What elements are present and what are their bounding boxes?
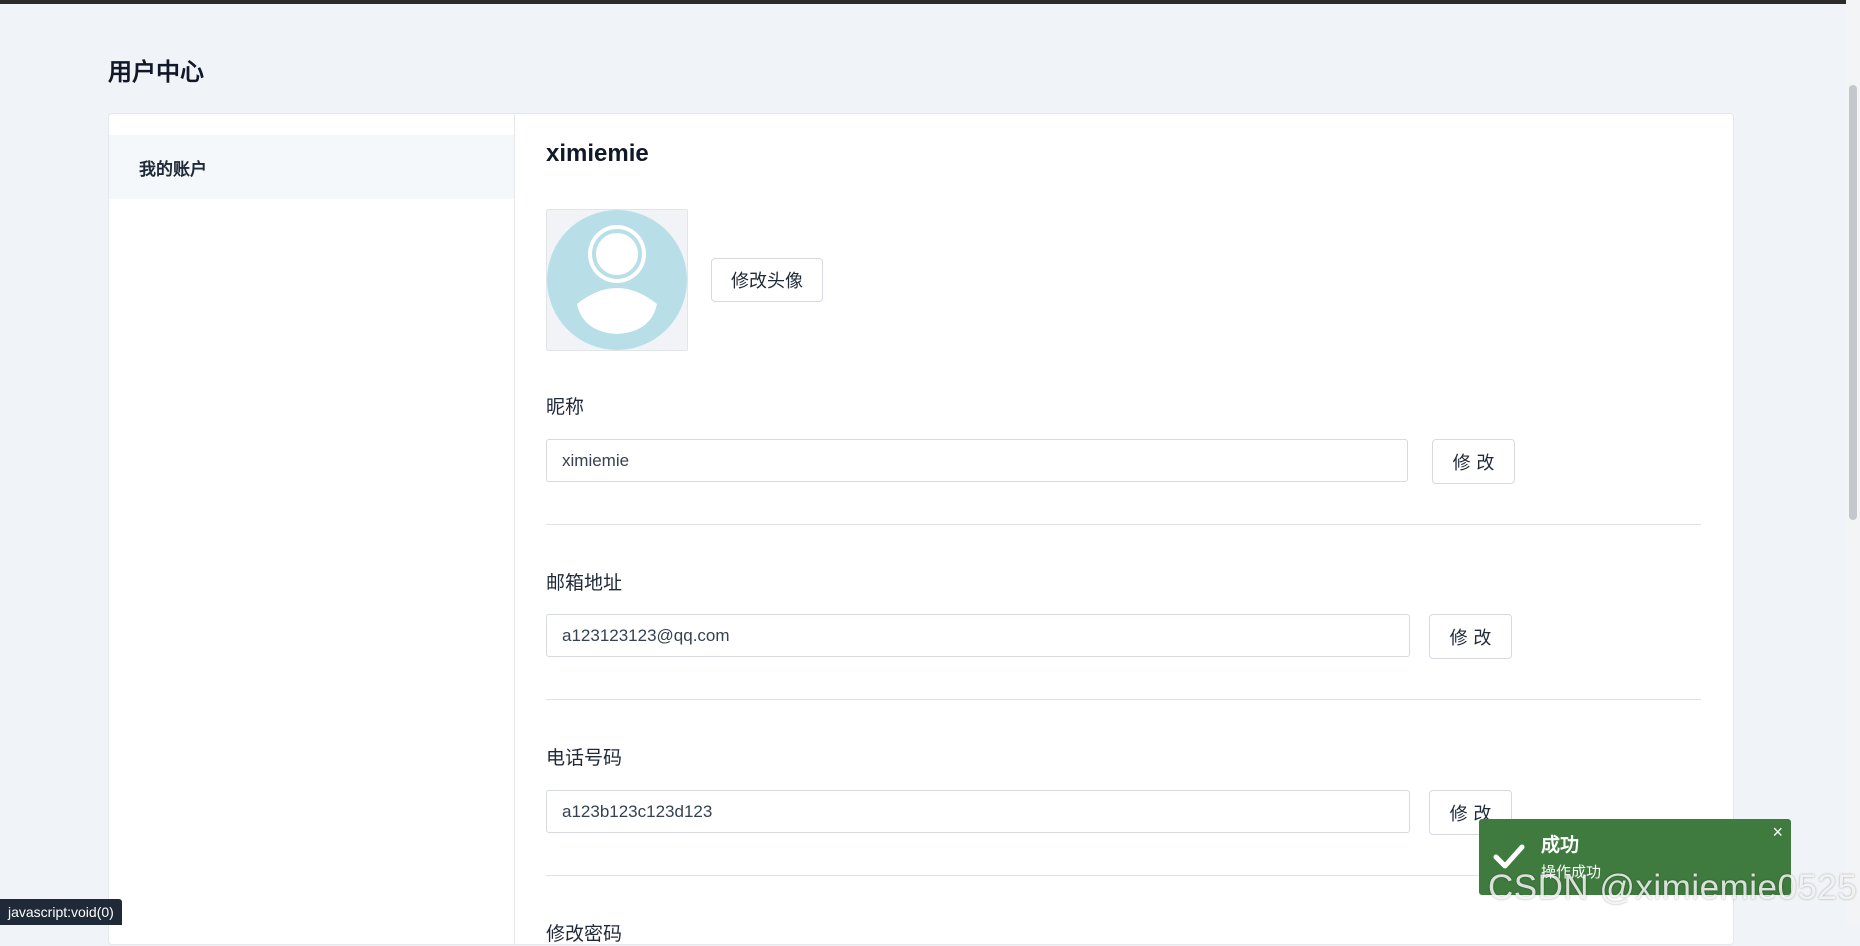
page-scrollbar[interactable] xyxy=(1846,0,1860,925)
user-placeholder-icon xyxy=(547,210,687,350)
sidebar-item-label: 我的账户 xyxy=(139,159,207,180)
change-avatar-button[interactable]: 修改头像 xyxy=(711,258,823,302)
password-label: 修改密码 xyxy=(546,923,623,945)
email-input[interactable]: a123123123@qq.com xyxy=(546,614,1410,657)
edit-email-button[interactable]: 修 改 xyxy=(1429,614,1512,659)
email-label: 邮箱地址 xyxy=(546,572,623,594)
page-title: 用户中心 xyxy=(108,58,204,86)
watermark: CSDN @ximiemie0525 xyxy=(1488,868,1858,907)
nickname-label: 昵称 xyxy=(546,396,585,418)
nickname-input[interactable]: ximiemie xyxy=(546,439,1408,482)
sidebar-item-my-account[interactable]: 我的账户 xyxy=(109,135,514,199)
toast-title: 成功 xyxy=(1541,834,1580,856)
divider xyxy=(546,699,1701,700)
divider xyxy=(546,524,1701,525)
username-heading: ximiemie xyxy=(546,140,649,167)
edit-nickname-button[interactable]: 修 改 xyxy=(1432,439,1515,484)
avatar xyxy=(546,209,688,351)
sidebar: 我的账户 xyxy=(109,114,515,944)
scrollbar-thumb[interactable] xyxy=(1849,85,1857,520)
status-bar-url: javascript:void(0) xyxy=(0,899,122,925)
close-icon[interactable]: × xyxy=(1772,822,1783,843)
phone-input[interactable]: a123b123c123d123 xyxy=(546,790,1410,833)
window-top-bar xyxy=(0,0,1860,4)
phone-label: 电话号码 xyxy=(546,747,623,769)
